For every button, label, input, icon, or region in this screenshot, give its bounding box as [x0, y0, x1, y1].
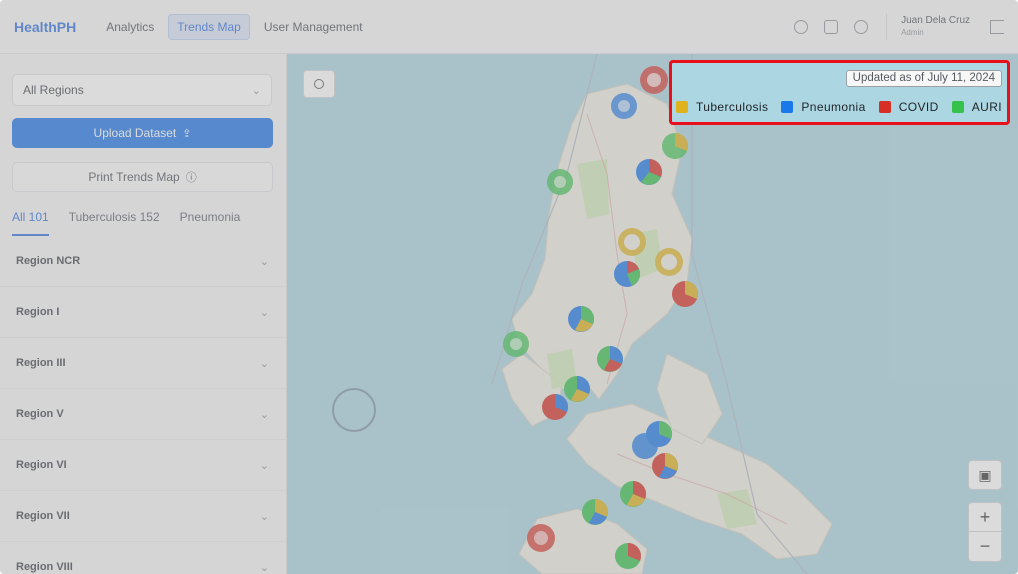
fullscreen-icon: ▣ — [978, 466, 992, 483]
header-divider — [886, 13, 888, 40]
case-cluster — [636, 159, 662, 185]
nav-trends-map[interactable]: Trends Map — [168, 13, 250, 40]
region-item[interactable]: Region I ⌄ — [0, 287, 286, 338]
case-cluster — [547, 169, 573, 195]
region-item[interactable]: Region III ⌄ — [0, 338, 286, 389]
region-item[interactable]: Region VIII ⌄ — [0, 542, 286, 574]
locate-icon — [314, 79, 324, 89]
fullscreen-button[interactable]: ▣ — [968, 460, 1002, 490]
case-cluster — [564, 376, 590, 402]
tab-tuberculosis[interactable]: Tuberculosis 152 — [69, 204, 160, 236]
map-legend: Updated as of July 11, 2024 Tuberculosis… — [672, 62, 1008, 123]
trends-map[interactable]: ▣ + − — [287, 54, 1018, 574]
case-cluster — [568, 306, 594, 332]
info-icon: ⓘ — [185, 172, 197, 184]
legend-swatch — [781, 101, 794, 113]
nav-analytics[interactable]: Analytics — [98, 15, 162, 39]
zoom-out-button[interactable]: − — [968, 532, 1002, 562]
region-item[interactable]: Region VI ⌄ — [0, 440, 286, 491]
case-cluster — [618, 228, 646, 256]
legend-label: Pneumonia — [801, 100, 866, 114]
chevron-down-icon: ⌄ — [259, 459, 269, 472]
legend-item-auri: AURI — [951, 100, 1002, 114]
brand-logo[interactable]: HealthPH — [14, 19, 76, 35]
region-label: Region III — [16, 357, 66, 369]
case-cluster — [655, 248, 683, 276]
region-select[interactable]: All Regions ⌄ — [12, 74, 272, 106]
chevron-down-icon: ⌄ — [259, 255, 269, 268]
case-cluster — [632, 433, 658, 459]
region-list: Region NCR ⌄ Region I ⌄ Region III ⌄ Region… — [0, 236, 286, 574]
region-item[interactable]: Region V ⌄ — [0, 389, 286, 440]
case-cluster — [662, 133, 688, 159]
region-item[interactable]: Region VII ⌄ — [0, 491, 286, 542]
map-marker-ring — [332, 388, 376, 432]
case-cluster — [640, 66, 668, 94]
top-navbar: HealthPH Analytics Trends Map User Manag… — [0, 0, 1018, 54]
case-cluster — [611, 93, 637, 119]
disease-tabs: All 101 Tuberculosis 152 Pneumonia — [12, 204, 286, 236]
case-cluster — [620, 481, 646, 507]
region-label: Region VIII — [16, 561, 73, 573]
minus-icon: − — [979, 536, 991, 556]
user-role: Admin — [901, 27, 924, 37]
upload-dataset-button[interactable]: Upload Dataset ⇪ — [12, 118, 273, 148]
region-label: Region NCR — [16, 255, 81, 267]
region-label: Region VII — [16, 510, 70, 522]
legend-item-tuberculosis: Tuberculosis — [676, 100, 768, 114]
print-trends-map-button[interactable]: Print Trends Map ⓘ — [12, 162, 273, 192]
plus-icon: + — [979, 506, 991, 527]
case-cluster — [615, 543, 641, 569]
case-cluster — [597, 346, 623, 372]
history-icon[interactable] — [824, 19, 839, 34]
app-window: HealthPH Analytics Trends Map User Manag… — [0, 0, 1018, 574]
print-trends-map-label: Print Trends Map — [88, 170, 180, 184]
chevron-down-icon: ⌄ — [259, 510, 269, 523]
zoom-in-button[interactable]: + — [968, 502, 1002, 532]
chevron-down-icon: ⌄ — [251, 84, 261, 97]
legend-label: AURI — [971, 100, 1002, 114]
legend-items: Tuberculosis Pneumonia COVID AURI — [676, 100, 1002, 114]
locate-button[interactable] — [303, 70, 335, 98]
sidebar: All Regions ⌄ Upload Dataset ⇪ Print Tre… — [0, 54, 287, 574]
chevron-down-icon: ⌄ — [259, 357, 269, 370]
upload-icon: ⇪ — [182, 127, 192, 140]
upload-dataset-label: Upload Dataset — [93, 126, 177, 140]
fullscreen-control: ▣ — [968, 460, 1002, 490]
case-cluster — [503, 331, 529, 357]
region-select-value: All Regions — [23, 83, 84, 97]
legend-label: Tuberculosis — [696, 100, 769, 114]
legend-swatch — [878, 101, 891, 113]
nav-user-management[interactable]: User Management — [256, 15, 371, 39]
case-cluster — [652, 453, 678, 479]
legend-swatch — [951, 101, 964, 113]
header-actions: Juan Dela Cruz Admin — [778, 13, 1004, 40]
legend-item-covid: COVID — [878, 100, 939, 114]
zoom-control: + − — [968, 502, 1002, 562]
case-cluster — [614, 261, 640, 287]
legend-swatch — [676, 101, 688, 113]
updated-date-badge: Updated as of July 11, 2024 — [845, 70, 1002, 87]
case-cluster — [582, 499, 608, 525]
chevron-down-icon: ⌄ — [259, 561, 269, 574]
user-name: Juan Dela Cruz — [901, 14, 970, 26]
user-profile[interactable]: Juan Dela Cruz Admin — [901, 15, 970, 39]
region-label: Region V — [16, 408, 64, 420]
case-cluster — [527, 524, 555, 552]
chevron-down-icon: ⌄ — [259, 408, 269, 421]
region-label: Region VI — [16, 459, 67, 471]
region-item[interactable]: Region NCR ⌄ — [0, 236, 286, 287]
tab-pneumonia[interactable]: Pneumonia — [180, 204, 241, 236]
logout-icon[interactable] — [990, 19, 1004, 34]
legend-item-pneumonia: Pneumonia — [781, 100, 865, 114]
legend-label: COVID — [898, 100, 939, 114]
region-label: Region I — [16, 306, 60, 318]
map-canvas[interactable] — [287, 54, 1018, 574]
tab-all[interactable]: All 101 — [12, 204, 49, 236]
settings-icon[interactable] — [854, 19, 869, 34]
chevron-down-icon: ⌄ — [259, 306, 269, 319]
case-cluster — [672, 281, 698, 307]
help-icon[interactable] — [794, 19, 809, 34]
case-cluster — [542, 394, 568, 420]
